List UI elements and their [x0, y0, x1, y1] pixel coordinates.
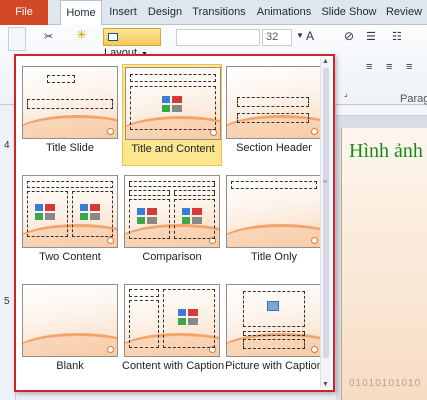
paste-icon[interactable]	[8, 27, 26, 51]
tab-animations[interactable]: Animations	[253, 0, 315, 25]
tab-design[interactable]: Design	[144, 0, 186, 25]
layout-thumbnail	[124, 175, 220, 248]
layout-thumbnail	[22, 284, 118, 357]
new-slide-icon[interactable]: ✳	[76, 27, 87, 43]
layout-label: Comparison	[142, 251, 202, 263]
layout-label: Content with Caption	[122, 360, 225, 372]
slide-footer-text: 01010101010	[349, 378, 422, 389]
layout-button[interactable]: Layout▼	[103, 28, 161, 59]
layout-thumbnail	[124, 284, 220, 357]
font-name-field[interactable]	[176, 29, 260, 46]
content-placeholder-icon	[35, 204, 57, 220]
picture-placeholder-icon	[267, 301, 279, 311]
layout-thumbnail	[226, 175, 322, 248]
align-center-icon[interactable]: ≡	[386, 61, 392, 73]
layout-label: Blank	[56, 360, 84, 372]
content-placeholder-icon	[80, 204, 102, 220]
scrollbar-thumb[interactable]	[323, 68, 329, 358]
layout-picture-with-caption[interactable]: Picture with Caption	[224, 282, 324, 384]
slide-title-text[interactable]: Hình ảnh	[349, 140, 423, 163]
content-placeholder-icon	[178, 309, 200, 325]
content-placeholder-icon	[182, 208, 204, 224]
tab-file[interactable]: File	[0, 0, 48, 25]
ribbon-tab-bar: File Home Insert Design Transitions Anim…	[0, 0, 427, 26]
layout-two-content[interactable]: Two Content	[20, 173, 120, 275]
scroll-up-icon[interactable]: ▲	[322, 58, 329, 65]
numbering-icon[interactable]: ☷	[392, 30, 402, 43]
layout-title-only[interactable]: Title Only	[224, 173, 324, 275]
tab-slide-show[interactable]: Slide Show	[320, 0, 378, 25]
scroll-grip-icon: ≡	[323, 179, 328, 186]
align-left-icon[interactable]: ≡	[366, 61, 372, 73]
content-placeholder-icon	[137, 208, 159, 224]
layout-label: Section Header	[236, 142, 312, 154]
layout-blank[interactable]: Blank	[20, 282, 120, 384]
layout-label: Picture with Caption	[225, 360, 323, 372]
grow-font-icon[interactable]: A	[306, 29, 314, 43]
layout-icon	[108, 33, 118, 41]
scroll-down-icon[interactable]: ▼	[322, 381, 329, 388]
gallery-scrollbar[interactable]: ▲ ≡ ▼	[320, 58, 331, 388]
layout-label: Title Slide	[46, 142, 94, 154]
layout-thumbnail	[22, 66, 118, 139]
tab-home[interactable]: Home	[60, 0, 102, 26]
align-right-icon[interactable]: ≡	[406, 61, 412, 73]
tab-transitions[interactable]: Transitions	[189, 0, 249, 25]
content-placeholder-icon	[162, 96, 184, 112]
layout-thumbnail	[125, 67, 221, 140]
layout-thumbnail	[22, 175, 118, 248]
font-size-dropdown-icon[interactable]: ▼	[296, 31, 304, 40]
tab-insert[interactable]: Insert	[104, 0, 142, 25]
layout-title-slide[interactable]: Title Slide	[20, 64, 120, 166]
layout-content-with-caption[interactable]: Content with Caption	[122, 282, 225, 384]
layout-label: Title Only	[250, 251, 298, 263]
slide-number[interactable]: 4	[4, 140, 10, 151]
font-size-field[interactable]: 32	[262, 29, 292, 46]
bullets-icon[interactable]: ☰	[366, 30, 376, 43]
layout-gallery: Title Slide Title and Content Section He…	[14, 54, 335, 392]
layout-label: Title and Content	[131, 143, 215, 155]
layout-section-header[interactable]: Section Header	[224, 64, 324, 166]
layout-label: Two Content	[39, 251, 101, 263]
ruler	[336, 106, 427, 116]
layout-comparison[interactable]: Comparison	[122, 173, 222, 275]
paragraph-group-label: Parag	[400, 93, 427, 105]
layout-title-and-content[interactable]: Title and Content	[122, 64, 222, 166]
clear-format-icon[interactable]: ⊘	[344, 29, 354, 43]
tab-review[interactable]: Review	[383, 0, 425, 25]
current-slide[interactable]	[341, 128, 427, 400]
layout-thumbnail	[226, 284, 322, 357]
cut-icon[interactable]: ✂	[44, 30, 53, 43]
layout-thumbnail	[226, 66, 322, 139]
slide-number[interactable]: 5	[4, 296, 10, 307]
launcher-icon[interactable]: ⌟	[344, 89, 348, 98]
